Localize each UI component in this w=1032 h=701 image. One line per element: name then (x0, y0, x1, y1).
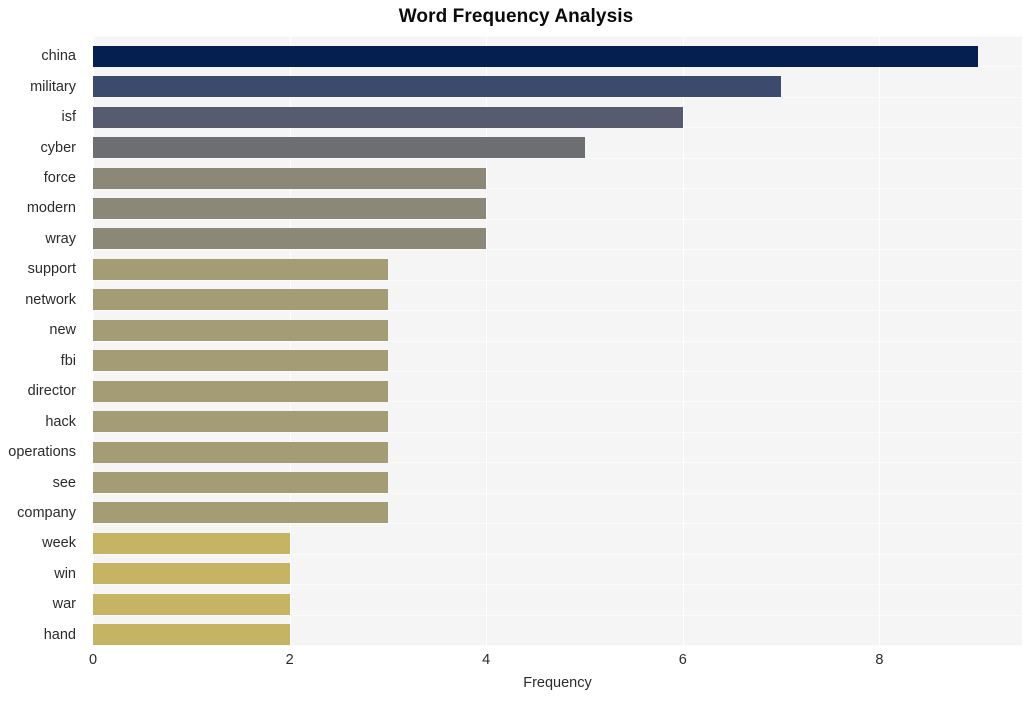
bar[interactable] (93, 563, 290, 585)
bar-row (93, 411, 1022, 433)
y-axis-tick-label: director (27, 383, 76, 400)
y-axis-tick-label: modern (26, 200, 76, 217)
bar-row (93, 624, 1022, 646)
y-axis-tick-label: hand (43, 626, 76, 643)
bar[interactable] (93, 411, 388, 433)
x-axis-tick-label: 2 (285, 652, 294, 668)
bar-row (93, 137, 1022, 159)
bar[interactable] (93, 380, 388, 402)
bar-row (93, 228, 1022, 250)
y-axis-tick-label: military (30, 78, 76, 95)
bar-row (93, 380, 1022, 402)
y-axis-tick-label: fbi (60, 352, 76, 369)
bar-row (93, 472, 1022, 494)
bar[interactable] (93, 319, 388, 341)
bar[interactable] (93, 167, 487, 189)
y-axis-tick-label: see (52, 474, 76, 491)
bar-row (93, 197, 1022, 219)
bar[interactable] (93, 472, 388, 494)
bar[interactable] (93, 441, 388, 463)
bar[interactable] (93, 106, 683, 128)
bar-row (93, 441, 1022, 463)
x-axis-tick-label: 0 (88, 652, 98, 668)
y-axis-tick-label: network (25, 291, 76, 308)
x-axis-ticks: 0 2 4 6 8 (89, 645, 1022, 671)
bar[interactable] (93, 624, 290, 646)
bar[interactable] (93, 350, 388, 372)
y-axis-tick-label: hack (45, 413, 76, 430)
bar-row (93, 167, 1022, 189)
x-axis-tick-label: 8 (875, 652, 884, 668)
plot-area (93, 36, 1022, 646)
y-axis-tick-label: support (27, 261, 76, 278)
y-axis-tick-label: win (54, 565, 76, 582)
bar-row (93, 502, 1022, 524)
x-axis-tick-label: 4 (482, 652, 491, 668)
chart-title: Word Frequency Analysis (398, 6, 634, 27)
y-axis-tick-label: force (43, 170, 76, 187)
y-axis-tick-label: week (42, 535, 76, 552)
y-axis-category-labels: china military isf cyber force modern wray supp… (0, 36, 85, 645)
bar[interactable] (93, 258, 388, 280)
bar[interactable] (93, 228, 487, 250)
bar[interactable] (93, 45, 978, 67)
y-axis-tick-label: war (52, 596, 76, 613)
y-axis-tick-label: new (49, 322, 76, 339)
bar-row (93, 76, 1022, 98)
y-axis-tick-label: cyber (40, 139, 76, 156)
x-axis-tick-label: 6 (678, 652, 687, 668)
bar-row (93, 289, 1022, 311)
bar-row (93, 45, 1022, 67)
bar-row (93, 593, 1022, 615)
bar[interactable] (93, 593, 290, 615)
bar[interactable] (93, 502, 388, 524)
bar-row (93, 319, 1022, 341)
bar[interactable] (93, 532, 290, 554)
y-axis-tick-label: isf (61, 109, 77, 126)
bar[interactable] (93, 76, 782, 98)
bar-row (93, 532, 1022, 554)
bar-row (93, 563, 1022, 585)
bar[interactable] (93, 137, 585, 159)
bar[interactable] (93, 289, 388, 311)
y-axis-tick-label: operations (8, 444, 76, 461)
y-axis-tick-label: china (41, 48, 76, 65)
bar-row (93, 350, 1022, 372)
y-axis-tick-label: wray (45, 230, 76, 247)
bar-row (93, 258, 1022, 280)
bar[interactable] (93, 197, 487, 219)
word-frequency-bar-chart: Word Frequency Analysis china military isf… (0, 0, 1032, 701)
bar-row (93, 106, 1022, 128)
bar-series (93, 36, 1022, 646)
x-axis-title: Frequency (523, 675, 592, 691)
y-axis-tick-label: company (17, 504, 76, 521)
